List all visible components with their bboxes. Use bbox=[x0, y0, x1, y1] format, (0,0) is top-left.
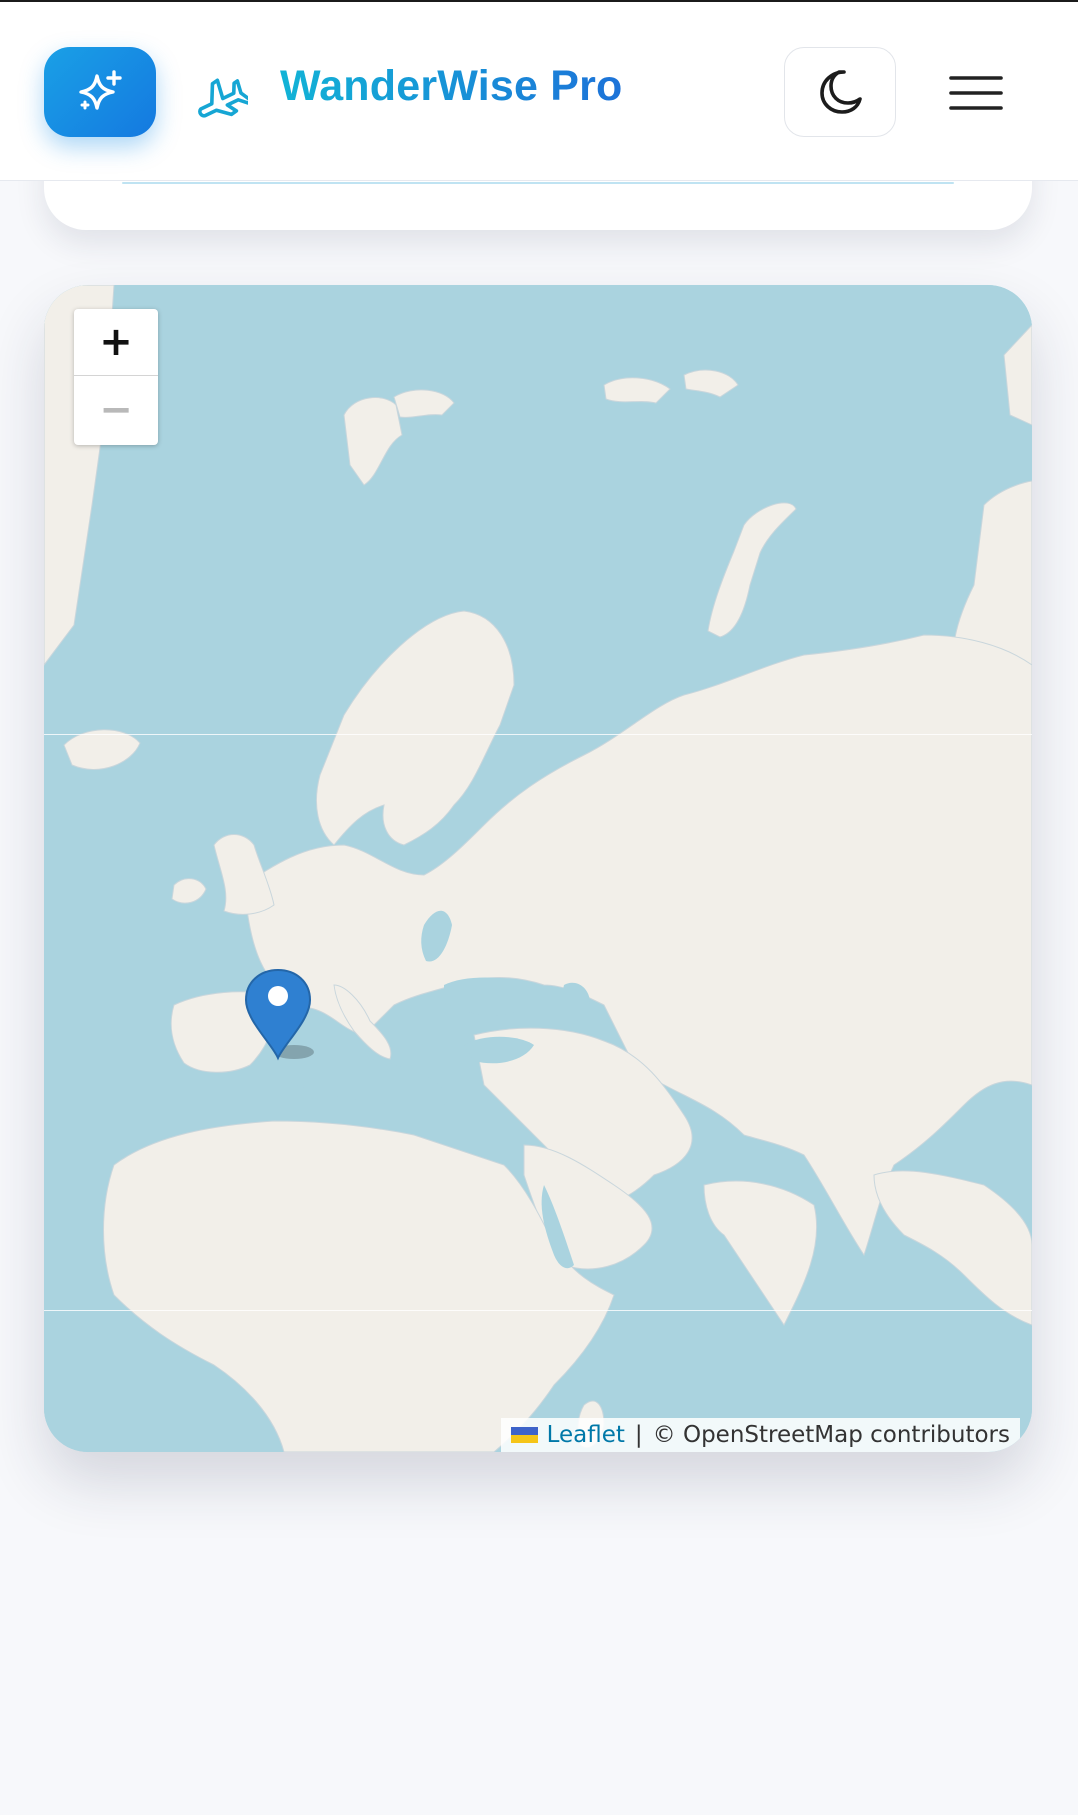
moon-icon bbox=[820, 70, 862, 114]
leaflet-link[interactable]: Leaflet bbox=[547, 1422, 625, 1448]
tile-seam bbox=[44, 734, 1032, 735]
map-attribution: Leaflet | © OpenStreetMap contributors bbox=[500, 1418, 1020, 1452]
map-pin-icon bbox=[244, 968, 314, 1061]
zoom-control: + − bbox=[74, 309, 158, 445]
sparkle-icon bbox=[79, 70, 122, 110]
zoom-out-button[interactable]: − bbox=[74, 376, 158, 443]
osm-attribution-text[interactable]: © OpenStreetMap contributors bbox=[653, 1422, 1010, 1448]
menu-button[interactable] bbox=[944, 68, 1008, 118]
map-marker[interactable] bbox=[242, 966, 314, 1062]
attribution-separator: | bbox=[634, 1422, 643, 1448]
world-map-tiles[interactable] bbox=[44, 285, 1032, 1452]
map-container[interactable]: + − Leaflet | © OpenStreetMap contributo… bbox=[44, 285, 1032, 1452]
app-header: WanderWise Pro bbox=[0, 2, 1078, 181]
brand-title[interactable]: WanderWise Pro bbox=[280, 62, 623, 111]
theme-toggle-button[interactable] bbox=[784, 47, 896, 137]
previous-card-input-edge bbox=[122, 182, 954, 184]
zoom-in-button[interactable]: + bbox=[74, 309, 158, 376]
ukraine-flag-icon bbox=[510, 1427, 538, 1443]
plane-icon bbox=[192, 68, 253, 120]
tile-seam bbox=[44, 1310, 1032, 1311]
hamburger-menu-icon bbox=[949, 76, 1003, 110]
ai-sparkle-button[interactable] bbox=[44, 47, 156, 137]
